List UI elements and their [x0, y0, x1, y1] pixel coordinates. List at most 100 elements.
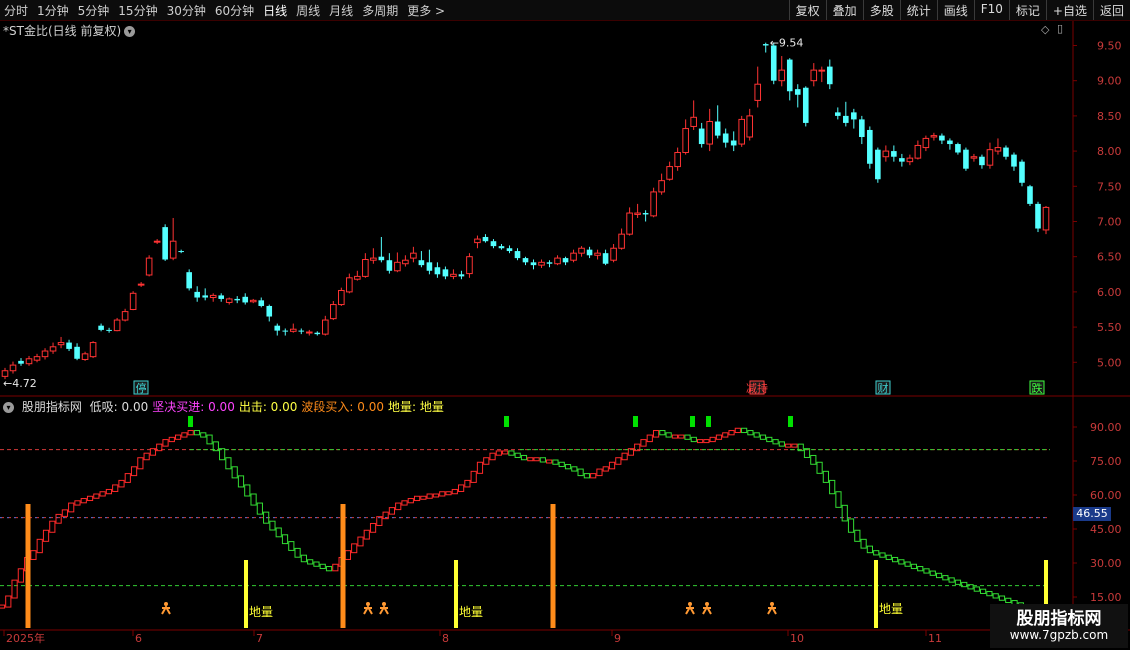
osc-bar	[608, 461, 616, 470]
candle	[186, 269, 192, 291]
indicator-dropdown-icon[interactable]: ▾	[3, 402, 14, 413]
ind-y-tick-label: 90.00	[1090, 421, 1122, 434]
top-signal-green	[633, 416, 638, 427]
candle	[914, 140, 922, 160]
ind-y-tick-label: 30.00	[1090, 557, 1122, 570]
candle	[562, 256, 569, 266]
osc-bar	[929, 570, 936, 576]
osc-bar	[917, 566, 924, 572]
candle	[794, 84, 801, 108]
top-signal-green	[788, 416, 793, 427]
osc-bar	[294, 547, 301, 558]
candle	[843, 101, 849, 127]
osc-bar	[401, 500, 408, 506]
candle	[538, 259, 545, 268]
osc-bar	[388, 507, 396, 515]
candle	[426, 249, 433, 275]
osc-bar	[678, 434, 685, 439]
candle	[666, 161, 673, 181]
osc-bar	[30, 550, 37, 560]
osc-bar	[313, 561, 320, 567]
watermark-title: 股朋指标网	[1016, 609, 1102, 629]
candle	[522, 256, 529, 266]
osc-bar	[546, 459, 553, 464]
osc-bar	[527, 457, 534, 462]
y-tick-label: 9.00	[1097, 75, 1122, 88]
y-tick-label: 8.50	[1097, 110, 1122, 123]
time-label-5: 10	[790, 632, 804, 645]
candle	[530, 259, 537, 270]
osc-bar	[910, 563, 918, 570]
osc-bar	[703, 439, 710, 444]
candle	[394, 252, 401, 273]
diliang-bar	[244, 560, 248, 628]
osc-bar	[778, 441, 785, 447]
osc-bar	[891, 556, 899, 563]
candle	[899, 153, 905, 167]
osc-bar	[344, 550, 352, 560]
osc-bar	[684, 434, 691, 440]
candle	[378, 236, 385, 263]
event-tag-1: 减持	[746, 381, 768, 395]
osc-bar	[583, 473, 590, 479]
bottom-signal-orange	[340, 504, 346, 628]
candle	[66, 339, 72, 352]
osc-bar	[552, 459, 559, 465]
y-tick-label: 5.50	[1097, 321, 1122, 334]
ind-y-tick-label: 45.00	[1090, 523, 1122, 536]
candle	[778, 56, 786, 87]
osc-bar	[206, 434, 213, 445]
osc-bar	[879, 552, 886, 558]
event-tag-0: 停	[136, 381, 147, 395]
osc-bar	[105, 488, 113, 495]
candle	[626, 207, 633, 236]
current-value-badge: 46.55	[1073, 507, 1111, 521]
candle	[458, 270, 465, 280]
osc-bar	[923, 568, 930, 574]
candle	[225, 297, 233, 305]
osc-bar	[514, 452, 521, 458]
osc-bar	[866, 545, 874, 554]
candle	[578, 246, 585, 257]
time-label-4: 9	[614, 632, 621, 645]
candle	[618, 228, 625, 250]
osc-bar	[690, 436, 697, 443]
time-label-3: 8	[442, 632, 449, 645]
candle	[875, 147, 881, 183]
candle	[9, 361, 17, 374]
osc-bar	[256, 502, 263, 515]
osc-bar	[470, 470, 477, 483]
candle	[298, 328, 305, 335]
candle	[410, 246, 417, 263]
osc-bar	[986, 590, 993, 597]
osc-bar	[68, 502, 75, 513]
osc-bar	[640, 439, 647, 447]
candle	[209, 293, 217, 302]
osc-bar	[5, 595, 12, 608]
candle	[33, 353, 41, 363]
osc-bar	[747, 430, 754, 436]
candle	[594, 249, 601, 260]
osc-bar	[489, 452, 496, 461]
osc-bar	[307, 559, 314, 565]
y-tick-label: 8.00	[1097, 145, 1122, 158]
candle	[906, 154, 914, 166]
candle	[274, 323, 281, 336]
candle	[682, 119, 689, 155]
osc-bar	[80, 498, 87, 504]
osc-bar	[237, 475, 245, 488]
top-signal-green	[690, 416, 695, 427]
candle	[442, 266, 449, 280]
candle	[642, 210, 649, 222]
candle	[418, 251, 425, 268]
osc-bar	[998, 595, 1006, 601]
osc-bar	[722, 432, 729, 438]
osc-bar	[508, 450, 515, 456]
osc-bar	[520, 454, 528, 461]
osc-bar	[36, 538, 43, 554]
osc-bar	[112, 484, 119, 492]
candle	[986, 142, 994, 169]
osc-bar	[935, 572, 943, 579]
ind-y-tick-label: 75.00	[1090, 455, 1122, 468]
candle	[466, 253, 473, 278]
